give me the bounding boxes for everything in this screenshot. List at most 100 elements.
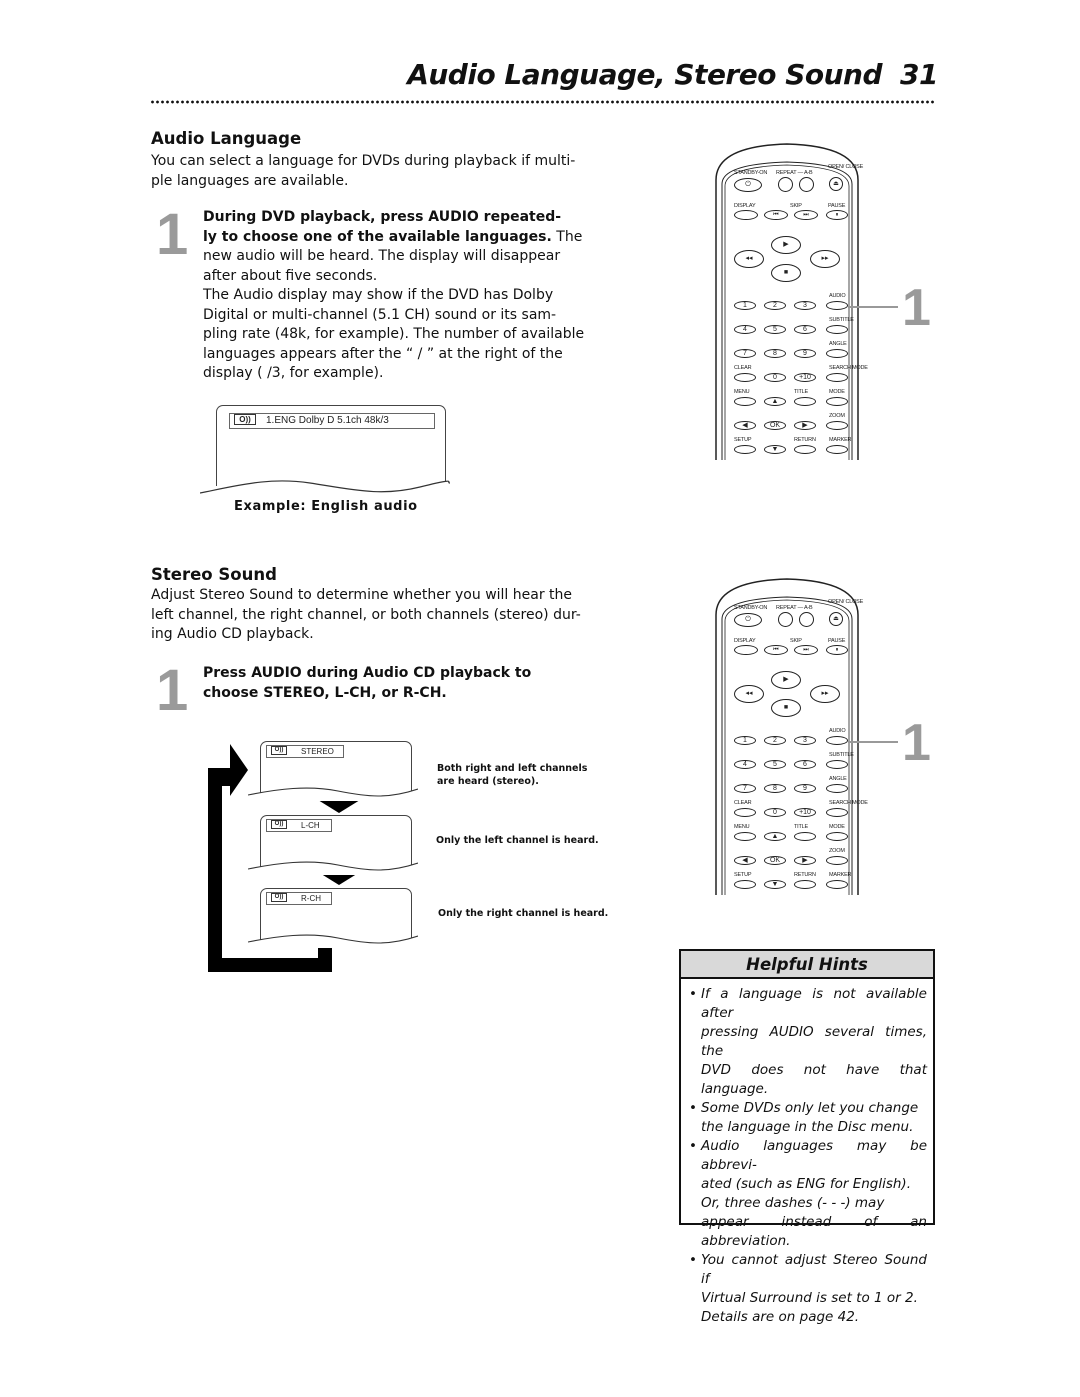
pause-icon: ⏸ bbox=[835, 212, 839, 218]
number-key[interactable]: 9 bbox=[794, 349, 816, 358]
number-key[interactable]: 8 bbox=[764, 784, 786, 793]
standby-button[interactable]: ⏻ bbox=[734, 613, 762, 627]
page-title-text: Audio Language, Stereo Sound bbox=[407, 58, 883, 91]
number-key[interactable]: 0 bbox=[764, 373, 786, 382]
up-button[interactable]: ▲ bbox=[764, 832, 786, 841]
a-b-button[interactable] bbox=[799, 177, 814, 192]
ok-button[interactable]: OK bbox=[764, 421, 786, 430]
a-b-button[interactable] bbox=[799, 612, 814, 627]
number-key[interactable]: 5 bbox=[764, 325, 786, 334]
search-mode-button[interactable] bbox=[826, 373, 848, 382]
display-button[interactable] bbox=[734, 645, 758, 655]
marker-button[interactable] bbox=[826, 880, 848, 889]
number-key[interactable]: +10 bbox=[794, 373, 816, 382]
pause-button[interactable]: ⏸ bbox=[826, 210, 848, 220]
fast-forward-button[interactable]: ▸▸ bbox=[810, 250, 840, 268]
number-key[interactable]: 2 bbox=[764, 301, 786, 310]
number-key[interactable]: 7 bbox=[734, 349, 756, 358]
dotted-divider bbox=[150, 100, 936, 104]
play-button[interactable]: ▶ bbox=[771, 236, 801, 254]
rewind-icon: ◂◂ bbox=[745, 255, 753, 262]
mode-label: MODE bbox=[829, 824, 845, 830]
search-mode-button[interactable] bbox=[826, 808, 848, 817]
subtitle-button[interactable] bbox=[826, 325, 848, 334]
callout-number: 1 bbox=[902, 714, 931, 772]
right-button[interactable]: ▶ bbox=[794, 421, 816, 430]
audio-language-intro: You can select a language for DVDs durin… bbox=[151, 152, 575, 191]
marker-button[interactable] bbox=[826, 445, 848, 454]
skip-back-button[interactable]: ⏮ bbox=[764, 210, 788, 220]
up-button[interactable]: ▲ bbox=[764, 397, 786, 406]
number-key[interactable]: 1 bbox=[734, 736, 756, 745]
clear-button[interactable] bbox=[734, 808, 756, 817]
down-button[interactable]: ▼ bbox=[764, 880, 786, 889]
return-button[interactable] bbox=[794, 445, 816, 454]
title-button[interactable] bbox=[794, 397, 816, 406]
open-close-button[interactable]: ⏏ bbox=[829, 612, 843, 626]
open-close-label: OPEN/ CLOSE bbox=[828, 164, 864, 170]
angle-button[interactable] bbox=[826, 349, 848, 358]
subtitle-button[interactable] bbox=[826, 760, 848, 769]
skip-back-button[interactable]: ⏮ bbox=[764, 645, 788, 655]
skip-forward-button[interactable]: ⏭ bbox=[794, 210, 818, 220]
left-button[interactable]: ◀ bbox=[734, 421, 756, 430]
number-key[interactable]: 9 bbox=[794, 784, 816, 793]
clear-button[interactable] bbox=[734, 373, 756, 382]
number-key[interactable]: 3 bbox=[794, 736, 816, 745]
number-key[interactable]: 4 bbox=[734, 325, 756, 334]
step-line: after about five seconds. bbox=[203, 267, 378, 284]
stop-button[interactable]: ■ bbox=[771, 699, 801, 717]
number-key[interactable]: 7 bbox=[734, 784, 756, 793]
osd-audio-bar: O)) 1.ENG Dolby D 5.1ch 48k/3 bbox=[229, 413, 435, 429]
setup-button[interactable] bbox=[734, 880, 756, 889]
stereo-description: Both right and left channels are heard (… bbox=[437, 762, 587, 788]
ok-button[interactable]: OK bbox=[764, 856, 786, 865]
mode-button[interactable] bbox=[826, 832, 848, 841]
rewind-button[interactable]: ◂◂ bbox=[734, 685, 764, 703]
audio-button[interactable] bbox=[826, 736, 848, 745]
mode-button[interactable] bbox=[826, 397, 848, 406]
menu-button[interactable] bbox=[734, 397, 756, 406]
step-line: Digital or multi-channel (5.1 CH) sound … bbox=[203, 306, 557, 323]
menu-button[interactable] bbox=[734, 832, 756, 841]
return-button[interactable] bbox=[794, 880, 816, 889]
osd-mode-stereo: O)) STEREO bbox=[248, 741, 418, 801]
zoom-button[interactable] bbox=[826, 421, 848, 430]
number-key[interactable]: +10 bbox=[794, 808, 816, 817]
search-mode-label: SEARCH MODE bbox=[829, 800, 868, 806]
play-button[interactable]: ▶ bbox=[771, 671, 801, 689]
angle-button[interactable] bbox=[826, 784, 848, 793]
stop-button[interactable]: ■ bbox=[771, 264, 801, 282]
right-arrow-icon: ▶ bbox=[802, 857, 808, 864]
number-key[interactable]: 4 bbox=[734, 760, 756, 769]
display-button[interactable] bbox=[734, 210, 758, 220]
number-key[interactable]: 6 bbox=[794, 760, 816, 769]
open-close-button[interactable]: ⏏ bbox=[829, 177, 843, 191]
number-key[interactable]: 3 bbox=[794, 301, 816, 310]
fast-forward-button[interactable]: ▸▸ bbox=[810, 685, 840, 703]
audio-label: AUDIO bbox=[829, 293, 846, 299]
down-button[interactable]: ▼ bbox=[764, 445, 786, 454]
audio-button[interactable] bbox=[826, 301, 848, 310]
title-button[interactable] bbox=[794, 832, 816, 841]
standby-button[interactable]: ⏻ bbox=[734, 178, 762, 192]
bullet-icon: • bbox=[689, 1138, 697, 1154]
pause-button[interactable]: ⏸ bbox=[826, 645, 848, 655]
repeat-button[interactable] bbox=[778, 177, 793, 192]
repeat-button[interactable] bbox=[778, 612, 793, 627]
number-key[interactable]: 8 bbox=[764, 349, 786, 358]
screen-tear-edge bbox=[248, 861, 418, 875]
number-key[interactable]: 1 bbox=[734, 301, 756, 310]
rewind-button[interactable]: ◂◂ bbox=[734, 250, 764, 268]
intro-line: left channel, the right channel, or both… bbox=[151, 606, 581, 623]
zoom-button[interactable] bbox=[826, 856, 848, 865]
number-key[interactable]: 2 bbox=[764, 736, 786, 745]
bullet-icon: • bbox=[689, 1100, 697, 1116]
skip-forward-button[interactable]: ⏭ bbox=[794, 645, 818, 655]
number-key[interactable]: 6 bbox=[794, 325, 816, 334]
setup-button[interactable] bbox=[734, 445, 756, 454]
right-button[interactable]: ▶ bbox=[794, 856, 816, 865]
left-button[interactable]: ◀ bbox=[734, 856, 756, 865]
number-key[interactable]: 5 bbox=[764, 760, 786, 769]
number-key[interactable]: 0 bbox=[764, 808, 786, 817]
